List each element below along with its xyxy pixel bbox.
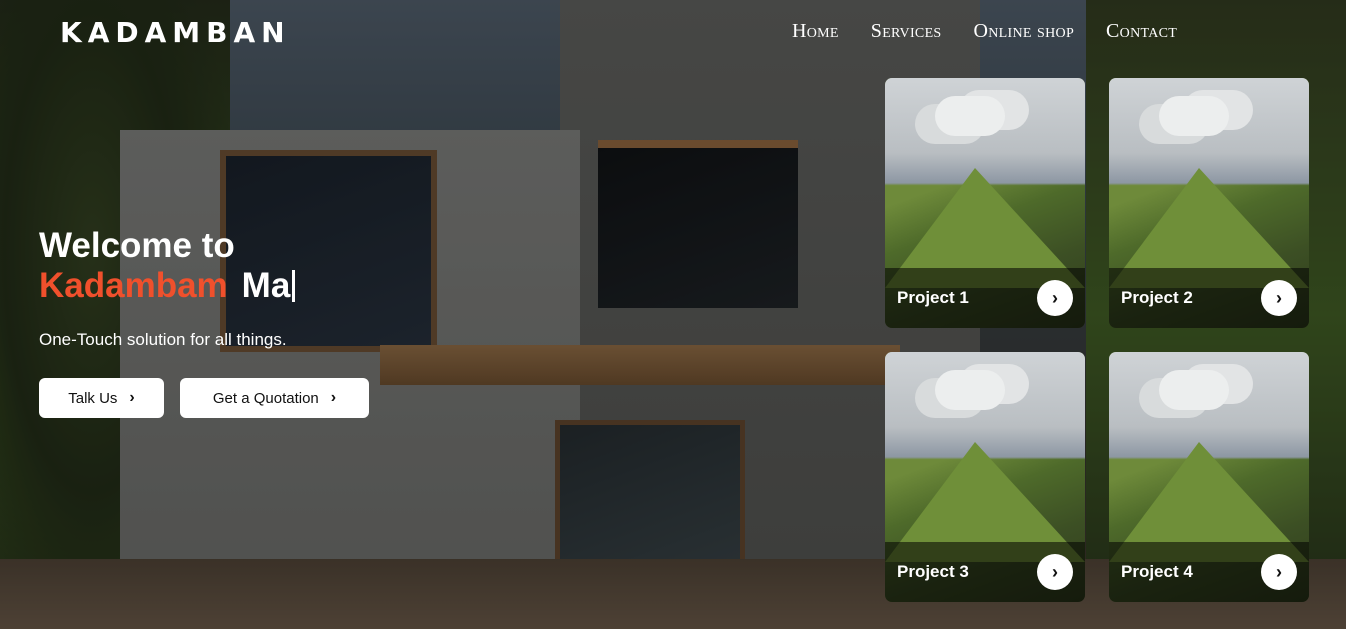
typing-caret	[292, 270, 296, 302]
hero-copy: Welcome to Kadambam Ma	[39, 226, 296, 306]
project-title: Project 1	[897, 288, 969, 307]
nav-services[interactable]: Services	[871, 20, 942, 43]
trees-left	[0, 0, 230, 629]
talk-us-label: Talk Us	[68, 389, 118, 407]
chevron-right-icon: ›	[330, 389, 337, 406]
project-card-footer: Project 3 ›	[885, 542, 1085, 602]
get-quotation-button[interactable]: Get a Quotation ›	[180, 378, 369, 418]
project-card-4[interactable]: Project 4 ›	[1109, 352, 1309, 602]
brand-heading: Kadambam Ma	[39, 266, 296, 306]
arrow-right-icon[interactable]: ›	[1261, 554, 1297, 590]
hero-tagline: One-Touch solution for all things.	[39, 330, 287, 349]
project-card-footer: Project 2 ›	[1109, 268, 1309, 328]
arrow-right-icon[interactable]: ›	[1261, 280, 1297, 316]
project-title: Project 3	[897, 562, 969, 581]
get-quotation-label: Get a Quotation	[212, 389, 319, 407]
project-card-3[interactable]: Project 3 ›	[885, 352, 1085, 602]
project-card-1[interactable]: Project 1 ›	[885, 78, 1085, 328]
arrow-right-icon[interactable]: ›	[1037, 554, 1073, 590]
wood-floor	[380, 345, 900, 385]
project-card-footer: Project 1 ›	[885, 268, 1085, 328]
project-card-footer: Project 4 ›	[1109, 542, 1309, 602]
talk-us-button[interactable]: Talk Us ›	[39, 378, 164, 418]
project-card-2[interactable]: Project 2 ›	[1109, 78, 1309, 328]
nav-online-shop[interactable]: Online shop	[974, 20, 1075, 43]
nav-home[interactable]: Home	[792, 20, 839, 43]
arrow-right-icon[interactable]: ›	[1037, 280, 1073, 316]
project-title: Project 4	[1121, 562, 1193, 581]
chevron-right-icon: ›	[129, 389, 135, 406]
site-logo[interactable]: KADAMBAN	[60, 16, 291, 49]
project-title: Project 2	[1121, 288, 1193, 307]
building-window	[598, 140, 798, 308]
building-front	[120, 130, 580, 600]
welcome-heading: Welcome to	[39, 226, 235, 265]
nav-contact[interactable]: Contact	[1106, 20, 1177, 43]
building-window	[555, 420, 745, 570]
main-nav: Home Services Online shop Contact	[792, 20, 1177, 43]
brand-name: Kadambam	[39, 266, 228, 305]
typed-text: Ma	[241, 266, 291, 305]
